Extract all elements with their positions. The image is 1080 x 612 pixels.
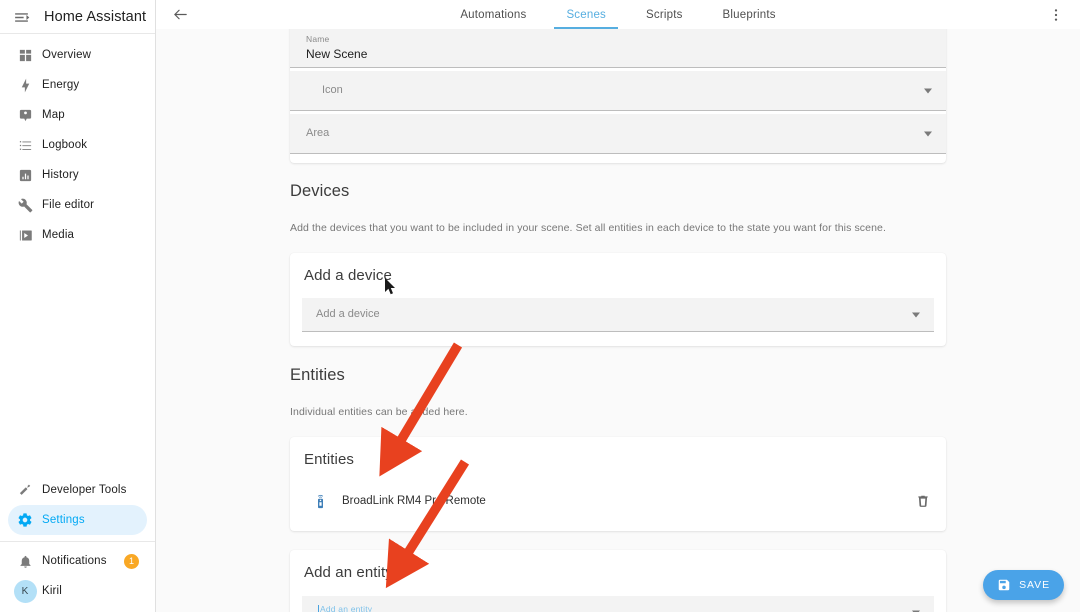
sidebar-item-user[interactable]: K Kiril — [8, 576, 147, 606]
play-box-icon — [8, 228, 42, 243]
tab-automations[interactable]: Automations — [440, 0, 546, 29]
tab-label: Scripts — [646, 8, 683, 21]
chevron-down-icon[interactable] — [924, 131, 932, 136]
content-save-icon — [997, 578, 1011, 592]
arrow-left-icon[interactable] — [166, 1, 194, 29]
scene-editor-content: Name New Scene Icon Area Devices Add the… — [156, 29, 1080, 612]
notifications-badge: 1 — [124, 553, 139, 569]
sidebar-bottom-divider — [0, 541, 155, 542]
sidebar-header-divider — [0, 33, 155, 34]
scene-name-field[interactable]: Name New Scene — [290, 29, 946, 68]
tab-label: Scenes — [566, 8, 606, 21]
add-entity-picker[interactable]: Add an entity — [302, 596, 934, 612]
sidebar-item-label: Kiril — [42, 585, 62, 597]
sidebar-item-label: Overview — [42, 49, 92, 61]
format-list-bulleted-icon — [8, 138, 42, 153]
sidebar-item-label: Logbook — [42, 139, 88, 151]
entity-name: BroadLink RM4 Pro Remote — [342, 495, 486, 507]
main-area: Automations Scenes Scripts Blueprints Na… — [156, 0, 1080, 612]
sidebar-item-file-editor[interactable]: File editor — [8, 190, 147, 220]
entities-card-title: Entities — [304, 451, 354, 468]
tab-label: Automations — [460, 8, 527, 21]
scene-icon-placeholder: Icon — [322, 84, 343, 96]
scene-icon-field[interactable]: Icon — [290, 71, 946, 111]
devices-heading: Devices — [290, 182, 350, 200]
sidebar-item-overview[interactable]: Overview — [8, 40, 147, 70]
entities-heading: Entities — [290, 366, 345, 384]
tab-scenes[interactable]: Scenes — [546, 0, 626, 29]
sidebar-item-label: Notifications — [42, 555, 107, 567]
map-marker-account-icon — [8, 108, 42, 123]
sidebar-item-logbook[interactable]: Logbook — [8, 130, 147, 160]
sidebar-item-settings[interactable]: Settings — [8, 505, 147, 535]
add-device-card-title: Add a device — [304, 267, 392, 284]
entities-description: Individual entities can be added here. — [290, 406, 468, 418]
add-device-card: Add a device Add a device — [290, 253, 946, 346]
lightning-bolt-icon — [8, 78, 42, 93]
sidebar-item-label: Media — [42, 229, 75, 241]
top-toolbar: Automations Scenes Scripts Blueprints — [156, 0, 1080, 29]
devices-section: Devices Add the devices that you want to… — [290, 182, 946, 234]
toolbar-tabs: Automations Scenes Scripts Blueprints — [156, 0, 1080, 29]
app-root: Home Assistant Overview Energy Map Logbo… — [0, 0, 1080, 612]
sidebar-item-label: Map — [42, 109, 65, 121]
sidebar-header: Home Assistant — [0, 2, 155, 32]
table-row[interactable]: BroadLink RM4 Pro Remote — [292, 481, 944, 521]
add-device-picker[interactable]: Add a device — [302, 298, 934, 332]
save-button-label: SAVE — [1019, 579, 1050, 591]
scene-name-value: New Scene — [306, 47, 368, 61]
scene-area-field[interactable]: Area — [290, 114, 946, 154]
devices-description: Add the devices that you want to be incl… — [290, 222, 886, 234]
entities-section: Entities Individual entities can be adde… — [290, 366, 946, 418]
sidebar-item-label: Settings — [42, 514, 85, 526]
sidebar-item-history[interactable]: History — [8, 160, 147, 190]
sidebar-item-label: File editor — [42, 199, 95, 211]
entities-card: Entities BroadLink RM4 Pro Remote — [290, 437, 946, 531]
view-dashboard-icon — [8, 48, 42, 63]
cog-icon — [8, 512, 42, 528]
bell-icon — [8, 554, 42, 569]
scene-name-label: Name — [306, 34, 330, 44]
sidebar-lower-list: Developer Tools Settings — [0, 475, 155, 535]
sidebar-item-developer-tools[interactable]: Developer Tools — [8, 475, 147, 505]
dots-vertical-icon[interactable] — [1042, 1, 1070, 29]
chart-box-icon — [8, 168, 42, 183]
text-cursor — [318, 605, 319, 612]
sidebar: Home Assistant Overview Energy Map Logbo… — [0, 0, 156, 612]
scene-area-placeholder: Area — [306, 127, 330, 139]
avatar-initial: K — [13, 579, 37, 603]
sidebar-title: Home Assistant — [44, 9, 147, 25]
add-entity-label: Add an entity — [320, 604, 373, 612]
add-entity-card-title: Add an entity — [304, 564, 393, 581]
sidebar-item-media[interactable]: Media — [8, 220, 147, 250]
remote-icon — [306, 494, 334, 509]
menu-open-icon[interactable] — [8, 4, 34, 30]
sidebar-item-map[interactable]: Map — [8, 100, 147, 130]
chevron-down-icon[interactable] — [924, 88, 932, 93]
tab-blueprints[interactable]: Blueprints — [703, 0, 796, 29]
scene-editor-scroll-area[interactable]: Name New Scene Icon Area Devices Add the… — [156, 29, 1080, 612]
sidebar-item-label: Developer Tools — [42, 484, 127, 496]
delete-icon[interactable] — [916, 494, 930, 508]
hammer-icon — [8, 483, 42, 498]
tab-scripts[interactable]: Scripts — [626, 0, 703, 29]
tab-label: Blueprints — [722, 8, 776, 21]
avatar: K — [8, 579, 42, 603]
add-entity-card: Add an entity Add an entity — [290, 550, 946, 612]
chevron-down-icon[interactable] — [912, 312, 920, 317]
sidebar-item-energy[interactable]: Energy — [8, 70, 147, 100]
sidebar-item-notifications[interactable]: Notifications 1 — [8, 546, 147, 576]
add-device-placeholder: Add a device — [316, 308, 380, 320]
scene-config-card: Name New Scene Icon Area — [290, 29, 946, 163]
save-button[interactable]: SAVE — [983, 570, 1064, 600]
sidebar-nav-list: Overview Energy Map Logbook History File… — [0, 38, 155, 250]
sidebar-item-label: Energy — [42, 79, 80, 91]
sidebar-item-label: History — [42, 169, 79, 181]
wrench-icon — [8, 198, 42, 213]
